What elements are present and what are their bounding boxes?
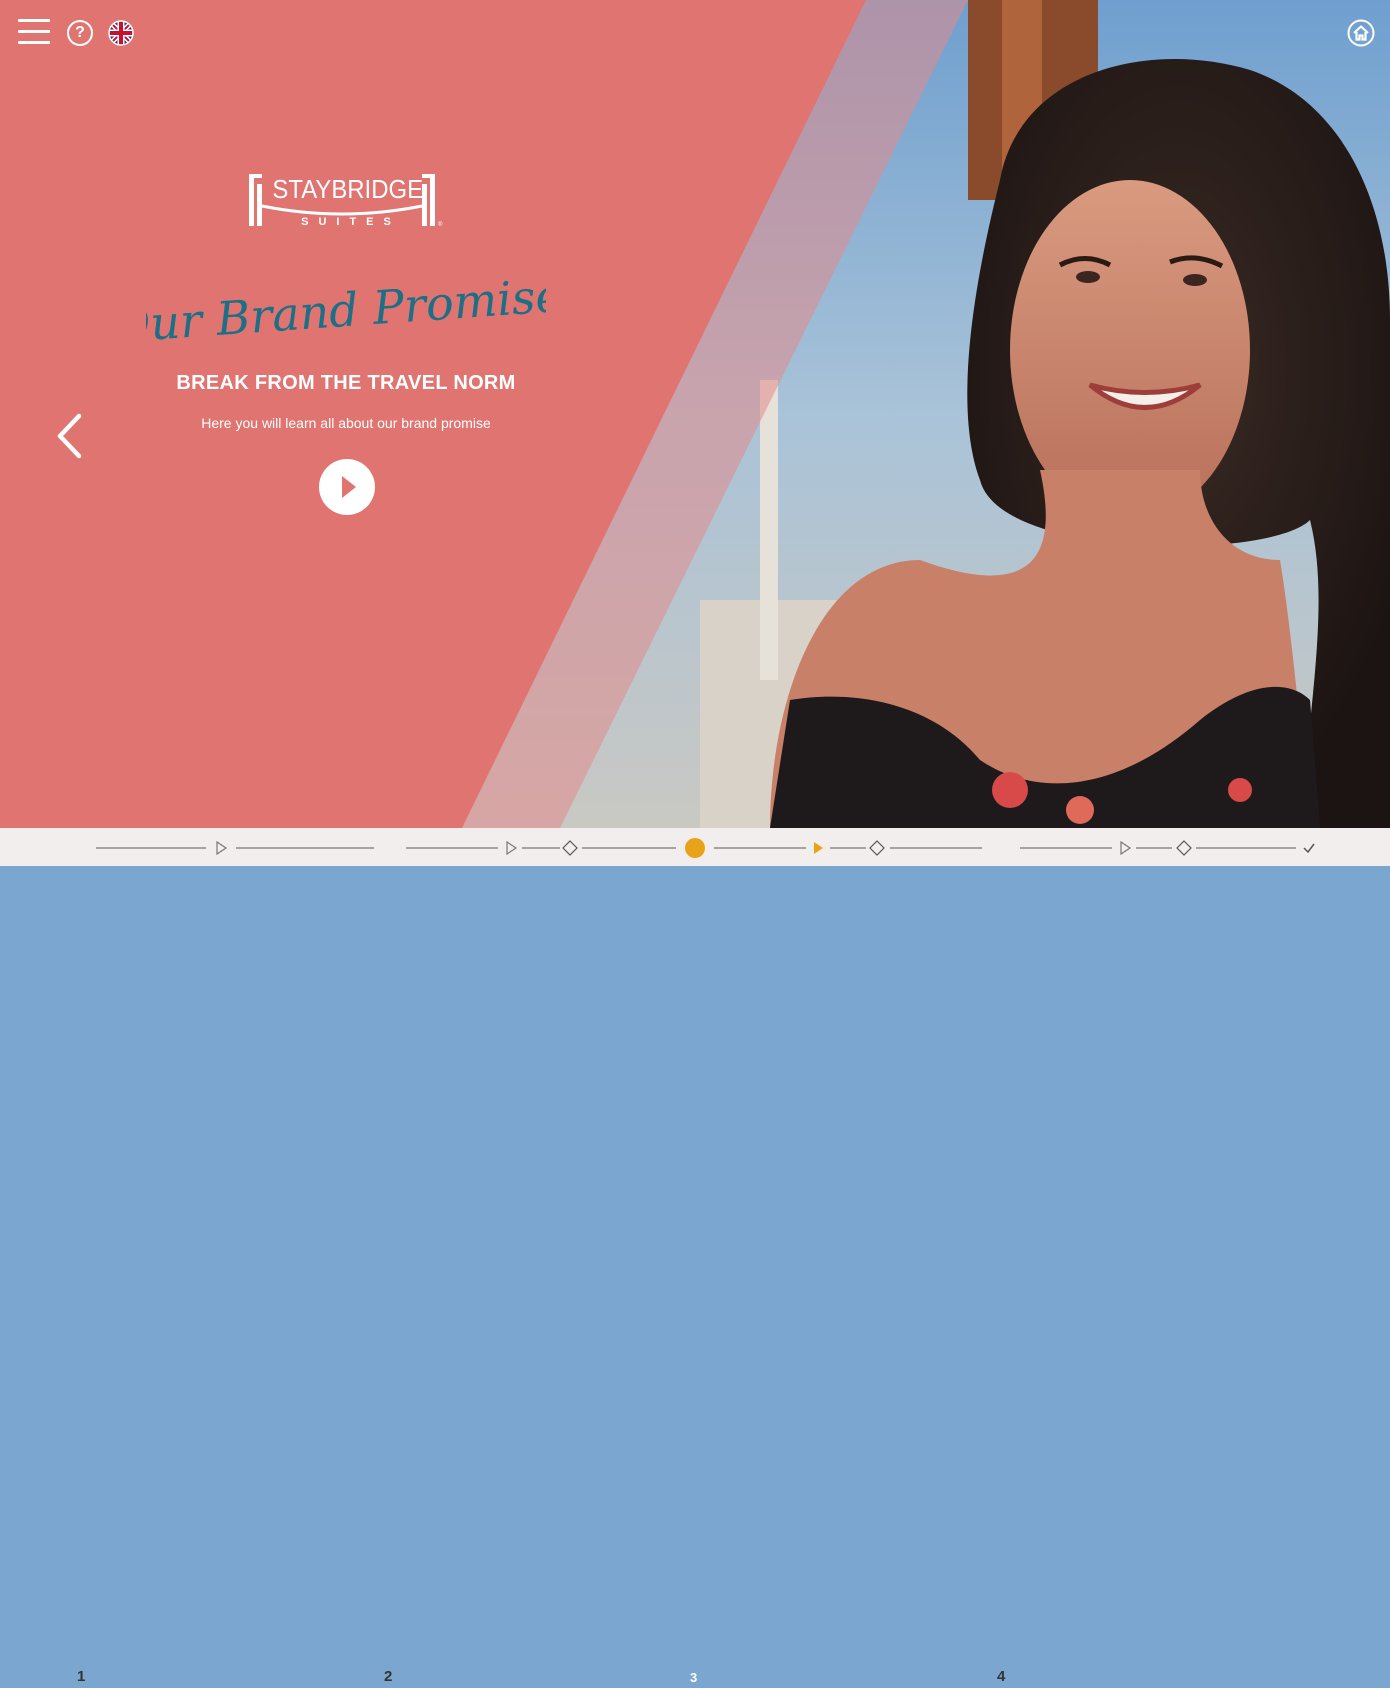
diamond-icon (1176, 840, 1192, 856)
svg-text:®: ® (438, 221, 443, 228)
diamond-icon (869, 840, 885, 856)
script-title: Our Brand Promise: (146, 280, 546, 353)
help-button[interactable]: ? (67, 20, 93, 46)
hamburger-menu-icon[interactable] (18, 19, 50, 45)
previous-button[interactable] (52, 410, 86, 462)
home-icon[interactable] (1347, 19, 1375, 47)
step-arrow-icon (216, 840, 228, 856)
step-arrow-icon (506, 840, 518, 856)
play-button[interactable] (319, 459, 375, 515)
step-4[interactable]: 4 (997, 1667, 1005, 1687)
step-1[interactable]: 1 (77, 1667, 85, 1687)
step-3-current[interactable]: 3 (690, 1668, 697, 1688)
diamond-icon (562, 840, 578, 856)
staybridge-logo: ® STAYBRIDGE SUITES (246, 170, 446, 234)
uk-flag-icon[interactable] (108, 20, 134, 46)
description: Here you will learn all about our brand … (201, 415, 491, 431)
step-2[interactable]: 2 (384, 1667, 392, 1687)
play-icon (342, 476, 356, 498)
checkmark-icon (1303, 843, 1315, 854)
current-step-marker (685, 838, 705, 858)
step-arrow-icon (814, 842, 823, 854)
tagline: BREAK FROM THE TRAVEL NORM (176, 372, 516, 394)
step-arrow-icon (1120, 840, 1132, 856)
script-title-text: Our Brand Promise: (146, 280, 546, 353)
progress-track (96, 838, 1315, 858)
logo-wordmark: STAYBRIDGE (272, 174, 424, 204)
top-toolbar: ? (0, 0, 1390, 66)
logo-subtitle: SUITES (301, 216, 401, 228)
chevron-left-icon (57, 413, 82, 459)
progress-bar: 1 2 3 4 (0, 828, 1390, 1685)
